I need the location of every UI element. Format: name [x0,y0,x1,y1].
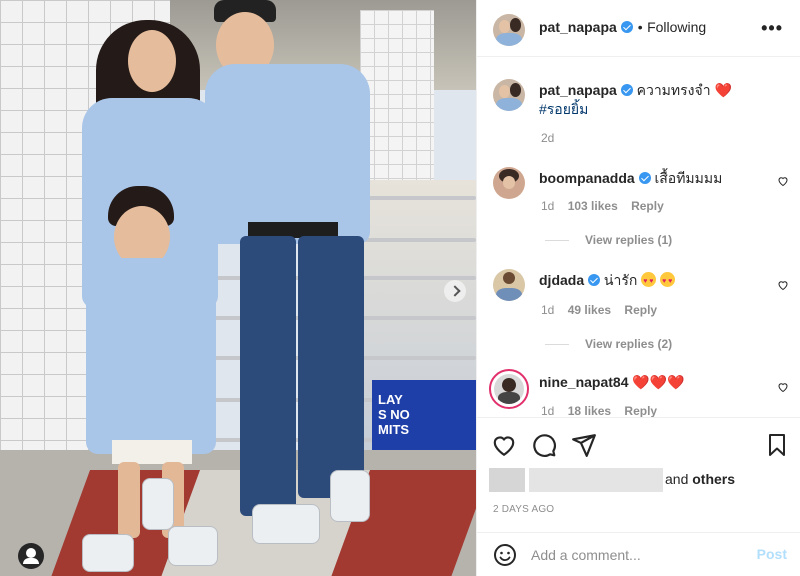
heart-icon[interactable] [777,381,789,393]
commenter-avatar-story[interactable] [489,369,529,409]
comments-list[interactable]: pat_napapa ความทรงจำ ❤️ #รอยยิ้ม 2d boom… [477,57,800,417]
comment-body: boompanadda เสื้อทีมมมม [539,169,722,187]
post-photo[interactable]: LAY S NO MITS [0,0,476,576]
man-jeans-right [298,236,364,498]
post-comment-button[interactable]: Post [757,546,787,562]
comment-age[interactable]: 1d [541,199,554,213]
reply-button[interactable]: Reply [631,199,664,213]
post-side-panel: pat_napapa • Following ••• pat_napapa คว… [476,0,800,576]
following-button[interactable]: Following [647,19,706,35]
separator-dot: • [637,19,643,35]
heart-emoji: ❤️❤️❤️ [632,374,685,390]
commenter-avatar[interactable] [493,167,525,199]
comment-icon[interactable] [531,432,557,458]
verified-badge-icon [638,172,651,184]
verified-badge-icon [588,274,601,286]
comment-meta: 1d 49 likes Reply [541,303,657,317]
commenter-username[interactable]: nine_napat84 [539,374,628,390]
caption-username[interactable]: pat_napapa [539,82,617,98]
verified-badge-icon [620,84,633,96]
emoji-icon[interactable] [493,543,517,567]
woman-face [128,30,176,92]
comment-body: djdada น่ารัก [539,271,676,291]
view-replies-button[interactable]: View replies (1) [545,233,672,247]
caption-age[interactable]: 2d [541,131,554,145]
reply-button[interactable]: Reply [624,404,657,417]
boy-shoe [168,526,218,566]
boy-shoe [82,534,134,572]
header-title-row: pat_napapa • Following [539,19,706,37]
caption-hashtag[interactable]: #รอยยิ้ม [539,99,789,121]
woman-shoe [142,478,174,530]
post-header: pat_napapa • Following ••• [477,0,800,57]
chevron-right-icon[interactable] [444,280,466,302]
bookmark-icon[interactable] [765,432,789,458]
tag-user-icon[interactable] [18,543,44,569]
man-shoe [330,470,370,522]
comment-input[interactable] [531,545,741,565]
heart-emoji: ❤️ [714,82,732,98]
tiled-pillar [360,10,434,200]
caption-avatar[interactable] [493,79,525,111]
comment-meta: 1d 103 likes Reply [541,199,664,213]
commenter-username[interactable]: djdada [539,272,584,288]
heart-eyes-emoji [641,272,657,291]
author-avatar[interactable] [493,14,525,46]
man-shoe [252,504,320,544]
comment-age[interactable]: 1d [541,303,554,317]
comment-meta: 1d 18 likes Reply [541,404,657,417]
comment-text: เสื้อทีมมมม [654,170,723,186]
comment-likes[interactable]: 49 likes [568,303,611,317]
heart-icon[interactable] [777,175,789,187]
liked-by-others[interactable]: and others [665,471,735,487]
caption-text: ความทรงจำ [636,82,711,98]
verified-badge-icon [621,21,634,33]
man-shirt [205,64,370,244]
comment-text: น่ารัก [603,272,638,288]
liked-by-names-blurred [529,468,663,492]
more-icon[interactable]: ••• [761,18,783,39]
heart-eyes-emoji [660,272,676,291]
share-icon[interactable] [571,432,597,458]
comment-body: nine_napat84 ❤️❤️❤️ [539,373,685,391]
comment-composer: Post [477,532,800,576]
comment-likes[interactable]: 18 likes [568,404,611,417]
commenter-avatar[interactable] [493,269,525,301]
boy-leg [118,462,140,538]
author-username[interactable]: pat_napapa [539,19,617,35]
view-replies-button[interactable]: View replies (2) [545,337,672,351]
man-jeans-left [240,236,296,516]
action-bar: and others 2 DAYS AGO [477,417,800,532]
boy-shorts [112,440,192,464]
liked-by-row[interactable]: and others [489,468,799,492]
commenter-username[interactable]: boompanadda [539,170,635,186]
caption: pat_napapa ความทรงจำ ❤️ #รอยยิ้ม [539,81,789,121]
heart-icon[interactable] [777,279,789,291]
heart-icon[interactable] [491,432,517,458]
comment-age[interactable]: 1d [541,404,554,417]
boy-shirt [86,258,216,454]
liked-by-avatar-blurred [489,468,525,492]
comment-likes[interactable]: 103 likes [568,199,618,213]
reply-button[interactable]: Reply [624,303,657,317]
sign-text: LAY S NO MITS [378,392,410,437]
post-timestamp[interactable]: 2 DAYS AGO [493,504,554,515]
